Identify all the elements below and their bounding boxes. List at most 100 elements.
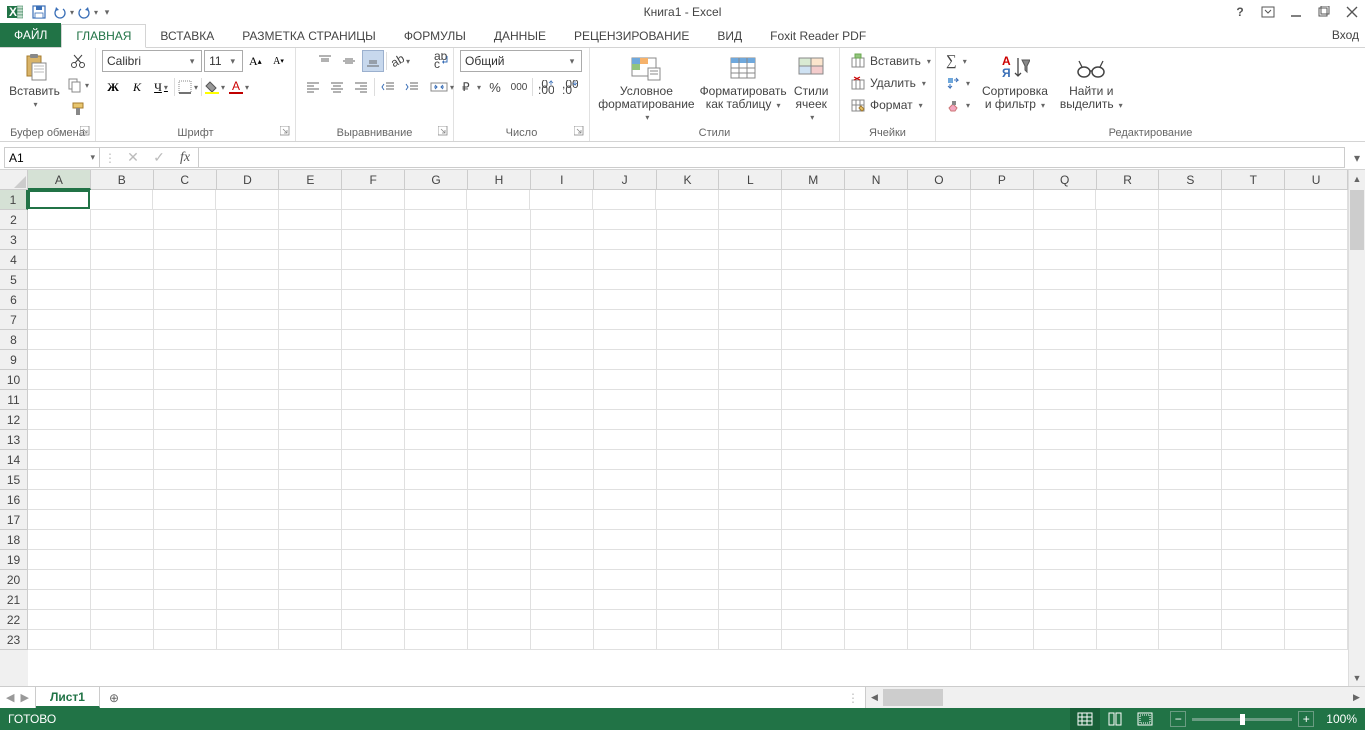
cell[interactable] — [657, 390, 720, 410]
cell[interactable] — [154, 630, 217, 650]
cell[interactable] — [91, 270, 154, 290]
cell[interactable] — [279, 570, 342, 590]
cell[interactable] — [91, 290, 154, 310]
cell[interactable] — [782, 350, 845, 370]
cell[interactable] — [657, 610, 720, 630]
cell[interactable] — [1097, 590, 1160, 610]
cell[interactable] — [1034, 550, 1097, 570]
cell[interactable] — [342, 470, 405, 490]
cell[interactable] — [531, 570, 594, 590]
cell[interactable] — [1159, 230, 1222, 250]
cell[interactable] — [91, 610, 154, 630]
cell[interactable] — [908, 570, 971, 590]
tab-file[interactable]: ФАЙЛ — [0, 23, 61, 47]
cell[interactable] — [1159, 290, 1222, 310]
cell[interactable] — [28, 250, 91, 270]
cell[interactable] — [342, 590, 405, 610]
cell[interactable] — [594, 490, 657, 510]
cell[interactable] — [1222, 310, 1285, 330]
cell[interactable] — [1159, 630, 1222, 650]
cell[interactable] — [1222, 250, 1285, 270]
tab-page-layout[interactable]: РАЗМЕТКА СТРАНИЦЫ — [228, 25, 390, 47]
cell[interactable] — [342, 450, 405, 470]
cell[interactable] — [845, 230, 908, 250]
cell[interactable] — [1097, 270, 1160, 290]
cell[interactable] — [1097, 410, 1160, 430]
undo-button[interactable]: ▾ — [52, 1, 74, 23]
cancel-formula-button[interactable]: ✕ — [124, 149, 142, 166]
cell[interactable] — [342, 390, 405, 410]
insert-cells-button[interactable]: Вставить▾ — [846, 50, 929, 72]
column-header[interactable]: U — [1285, 170, 1348, 190]
cell[interactable] — [971, 570, 1034, 590]
cell[interactable] — [468, 610, 531, 630]
cell[interactable] — [594, 310, 657, 330]
clear-button[interactable]: ▾ — [942, 94, 974, 116]
cell[interactable] — [1222, 450, 1285, 470]
cell[interactable] — [468, 510, 531, 530]
cell[interactable] — [342, 410, 405, 430]
cell[interactable] — [28, 470, 91, 490]
cell[interactable] — [28, 530, 91, 550]
cell[interactable] — [342, 190, 405, 210]
sort-filter-button[interactable]: АЯ Сортировкаи фильтр ▾ — [978, 50, 1052, 125]
row-header[interactable]: 7 — [0, 310, 28, 330]
percent-format-button[interactable]: % — [484, 76, 506, 98]
cell[interactable] — [468, 530, 531, 550]
scroll-down-button[interactable]: ▼ — [1349, 669, 1365, 686]
cell[interactable] — [217, 550, 280, 570]
cell[interactable] — [719, 630, 782, 650]
redo-button[interactable]: ▾ — [76, 1, 98, 23]
cell[interactable] — [405, 630, 468, 650]
cell[interactable] — [908, 530, 971, 550]
tab-foxit[interactable]: Foxit Reader PDF — [756, 25, 880, 47]
zoom-in-button[interactable]: + — [1298, 711, 1314, 727]
cell[interactable] — [217, 570, 280, 590]
cell[interactable] — [28, 210, 91, 230]
row-header[interactable]: 5 — [0, 270, 28, 290]
cell[interactable] — [1285, 250, 1348, 270]
cell[interactable] — [1285, 270, 1348, 290]
row-header[interactable]: 16 — [0, 490, 28, 510]
cell[interactable] — [154, 310, 217, 330]
cell[interactable] — [1222, 530, 1285, 550]
cell[interactable] — [91, 630, 154, 650]
cell[interactable] — [1222, 590, 1285, 610]
cell[interactable] — [782, 190, 845, 210]
cell[interactable] — [1159, 330, 1222, 350]
cell[interactable] — [782, 630, 845, 650]
merge-center-button[interactable]: ▾ — [427, 76, 457, 98]
cell[interactable] — [845, 490, 908, 510]
cell[interactable] — [279, 410, 342, 430]
cell[interactable] — [782, 470, 845, 490]
cell[interactable] — [971, 530, 1034, 550]
cell[interactable] — [154, 230, 217, 250]
cell[interactable] — [1034, 390, 1097, 410]
cell[interactable] — [1034, 490, 1097, 510]
cell[interactable] — [1222, 510, 1285, 530]
cell[interactable] — [971, 210, 1034, 230]
cell[interactable] — [279, 190, 342, 210]
cell[interactable] — [1222, 350, 1285, 370]
cell[interactable] — [1034, 230, 1097, 250]
column-header[interactable]: H — [468, 170, 531, 190]
increase-font-button[interactable]: A▴ — [245, 50, 266, 72]
cell[interactable] — [908, 630, 971, 650]
copy-button[interactable]: ▾ — [67, 74, 89, 96]
cell[interactable] — [1159, 610, 1222, 630]
cell[interactable] — [531, 630, 594, 650]
cell[interactable] — [28, 610, 91, 630]
cell[interactable] — [845, 550, 908, 570]
zoom-slider[interactable] — [1192, 718, 1292, 721]
cell[interactable] — [468, 210, 531, 230]
cell[interactable] — [1034, 210, 1097, 230]
cell[interactable] — [1034, 250, 1097, 270]
cell[interactable] — [154, 590, 217, 610]
cell[interactable] — [530, 190, 593, 210]
cell[interactable] — [1159, 530, 1222, 550]
cell[interactable] — [782, 570, 845, 590]
align-bottom-button[interactable] — [362, 50, 384, 72]
cell[interactable] — [1285, 350, 1348, 370]
cell[interactable] — [908, 310, 971, 330]
cell[interactable] — [845, 290, 908, 310]
